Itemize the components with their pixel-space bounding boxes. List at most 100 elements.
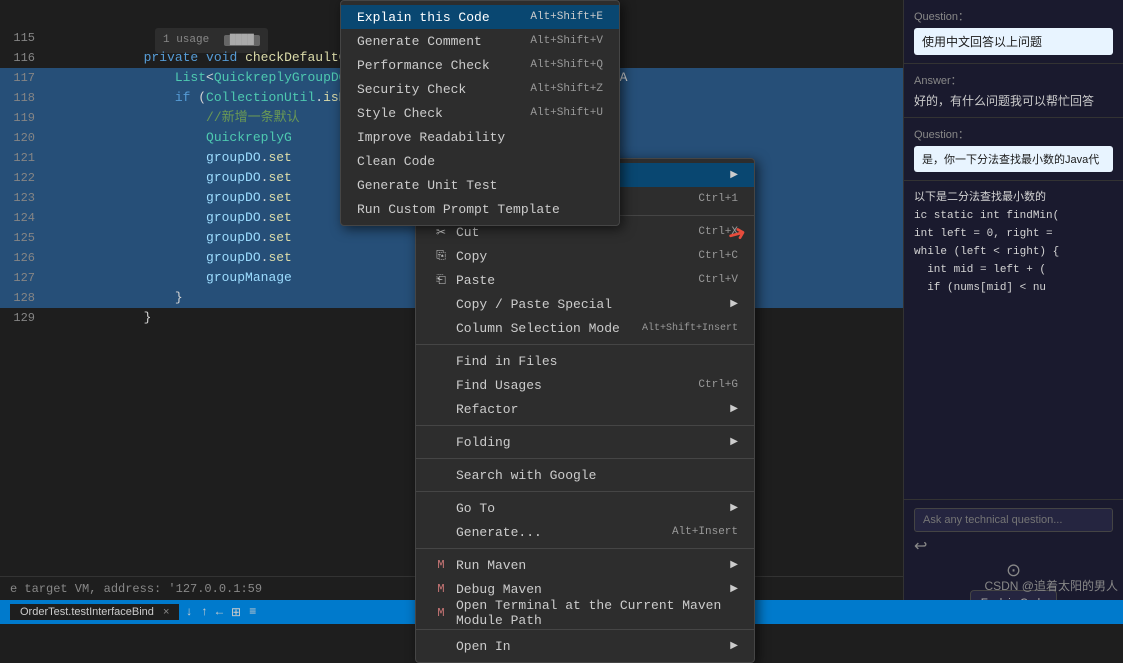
maven-debug-icon: M	[432, 582, 450, 596]
list-icon[interactable]: ≡	[249, 605, 256, 619]
submenu-shortcut: Alt+Shift+Z	[530, 83, 603, 95]
menu-item-paste[interactable]: ⎗ Paste Ctrl+V	[416, 268, 754, 292]
submenu-arrow-icon: ▶	[730, 298, 738, 310]
menu-item-open-in[interactable]: Open In ▶	[416, 634, 754, 658]
menu-item-label: Open In	[456, 639, 722, 654]
submenu-item-label: Performance Check	[357, 58, 530, 73]
panel-question-1: Question： 使用中文回答以上问题	[904, 0, 1123, 64]
submenu-item-label: Improve Readability	[357, 130, 603, 145]
submenu-shortcut: Alt+Shift+V	[530, 35, 603, 47]
menu-item-label: Go To	[456, 501, 722, 516]
status-tab[interactable]: OrderTest.testInterfaceBind ×	[10, 604, 179, 620]
maven-icon: M	[432, 558, 450, 572]
undo-row: ↩	[914, 532, 1113, 560]
menu-item-copy-paste-special[interactable]: Copy / Paste Special ▶	[416, 292, 754, 316]
submenu-item-label: Generate Comment	[357, 34, 530, 49]
answer-content: 好的，有什么问题我可以帮忙回答	[914, 92, 1113, 109]
menu-item-label: Debug Maven	[456, 582, 722, 597]
menu-shortcut: Alt+Shift+Insert	[642, 323, 738, 334]
menu-separator	[416, 344, 754, 345]
status-icons: ↓ ↑ ← ⊞ ≡	[185, 605, 256, 620]
question-label: Question：	[914, 8, 1113, 24]
menu-item-label: Refactor	[456, 402, 722, 417]
question2-content: 是，你一下分法查找最小数的Java代	[914, 146, 1113, 172]
submenu-item-explain-code[interactable]: Explain this Code Alt+Shift+E	[341, 5, 619, 29]
answer-label: Answer：	[914, 72, 1113, 88]
menu-separator	[416, 548, 754, 549]
panel-code-area: 以下是二分法查找最小数的 ic static int findMin( int …	[904, 181, 1123, 499]
cut-icon: ✂	[432, 225, 450, 240]
maven-terminal-icon: M	[432, 606, 450, 620]
submenu-item-generate-unit-test[interactable]: Generate Unit Test	[341, 173, 619, 197]
menu-item-copy[interactable]: ⎘ Copy Ctrl+C	[416, 244, 754, 268]
panel-answer-1: Answer： 好的，有什么问题我可以帮忙回答	[904, 64, 1123, 118]
code-line: 以下是二分法查找最小数的	[914, 189, 1113, 207]
submenu-arrow-icon: ▶	[730, 436, 738, 448]
submenu-shortcut: Alt+Shift+E	[530, 11, 603, 23]
menu-shortcut: Ctrl+1	[698, 193, 738, 205]
watermark: CSDN @追着太阳的男人	[984, 577, 1118, 594]
menu-item-label: Search with Google	[456, 468, 738, 483]
tab-label: OrderTest.testInterfaceBind	[20, 606, 154, 618]
menu-shortcut: Ctrl+G	[698, 379, 738, 391]
submenu-item-clean-code[interactable]: Clean Code	[341, 149, 619, 173]
submenu-item-security-check[interactable]: Security Check Alt+Shift+Z	[341, 77, 619, 101]
submenu-item-improve-readability[interactable]: Improve Readability	[341, 125, 619, 149]
menu-item-label: Copy / Paste Special	[456, 297, 722, 312]
arrow-left-icon[interactable]: ←	[216, 605, 223, 619]
submenu-item-label: Clean Code	[357, 154, 603, 169]
submenu-arrow-icon: ▶	[730, 502, 738, 514]
right-panel: Question： 使用中文回答以上问题 Answer： 好的，有什么问题我可以…	[903, 0, 1123, 624]
copy-icon: ⎘	[432, 249, 450, 263]
question-content: 使用中文回答以上问题	[914, 28, 1113, 55]
submenu-item-generate-comment[interactable]: Generate Comment Alt+Shift+V	[341, 29, 619, 53]
arrow-down-icon[interactable]: ↓	[185, 605, 192, 619]
menu-item-label: Generate...	[456, 525, 652, 540]
ask-input[interactable]	[914, 508, 1113, 532]
paste-icon: ⎗	[432, 273, 450, 287]
undo-icon[interactable]: ↩	[914, 536, 927, 556]
submenu-item-run-custom-prompt[interactable]: Run Custom Prompt Template	[341, 197, 619, 221]
menu-item-refactor[interactable]: Refactor ▶	[416, 397, 754, 421]
submenu-arrow-icon: ▶	[730, 640, 738, 652]
arrow-up-icon[interactable]: ↑	[201, 605, 208, 619]
menu-item-generate[interactable]: Generate... Alt+Insert	[416, 520, 754, 544]
grid-icon[interactable]: ⊞	[231, 605, 241, 620]
menu-item-label: Copy	[456, 249, 678, 264]
submenu-arrow-icon: ▶	[730, 559, 738, 571]
menu-item-find-in-files[interactable]: Find in Files	[416, 349, 754, 373]
code-line: if (nums[mid] < nu	[914, 279, 1113, 297]
menu-shortcut: Ctrl+C	[698, 250, 738, 262]
submenu-item-label: Generate Unit Test	[357, 178, 603, 193]
submenu-item-performance-check[interactable]: Performance Check Alt+Shift+Q	[341, 53, 619, 77]
menu-item-column-selection[interactable]: Column Selection Mode Alt+Shift+Insert	[416, 316, 754, 340]
submenu-arrow-icon: ▶	[730, 583, 738, 595]
context-menu[interactable]: B Bito AI ▶ 💡 Show Context Actions Ctrl+…	[415, 158, 755, 663]
submenu-item-label: Run Custom Prompt Template	[357, 202, 603, 217]
menu-item-label: Cut	[456, 225, 678, 240]
code-line: ic static int findMin(	[914, 207, 1113, 225]
submenu-item-style-check[interactable]: Style Check Alt+Shift+U	[341, 101, 619, 125]
menu-item-label: Run Maven	[456, 558, 722, 573]
menu-separator	[416, 491, 754, 492]
question2-label: Question：	[914, 126, 1113, 142]
submenu-arrow-icon: ▶	[730, 169, 738, 181]
bito-ai-submenu[interactable]: Explain this Code Alt+Shift+E Generate C…	[340, 0, 620, 226]
code-line: int left = 0, right =	[914, 225, 1113, 243]
panel-question-2: Question： 是，你一下分法查找最小数的Java代	[904, 118, 1123, 181]
menu-item-run-maven[interactable]: M Run Maven ▶	[416, 553, 754, 577]
log-text: e target VM, address: '127.0.0.1:59	[10, 582, 262, 596]
submenu-item-label: Security Check	[357, 82, 530, 97]
menu-item-go-to[interactable]: Go To ▶	[416, 496, 754, 520]
close-icon[interactable]: ×	[163, 606, 169, 618]
menu-separator	[416, 458, 754, 459]
menu-item-find-usages[interactable]: Find Usages Ctrl+G	[416, 373, 754, 397]
menu-item-label: Folding	[456, 435, 722, 450]
menu-item-open-terminal[interactable]: M Open Terminal at the Current Maven Mod…	[416, 601, 754, 625]
menu-shortcut: Alt+Insert	[672, 526, 738, 538]
menu-item-label: Column Selection Mode	[456, 321, 622, 336]
menu-item-search-google[interactable]: Search with Google	[416, 463, 754, 487]
menu-item-folding[interactable]: Folding ▶	[416, 430, 754, 454]
code-line: int mid = left + (	[914, 261, 1113, 279]
menu-separator	[416, 629, 754, 630]
